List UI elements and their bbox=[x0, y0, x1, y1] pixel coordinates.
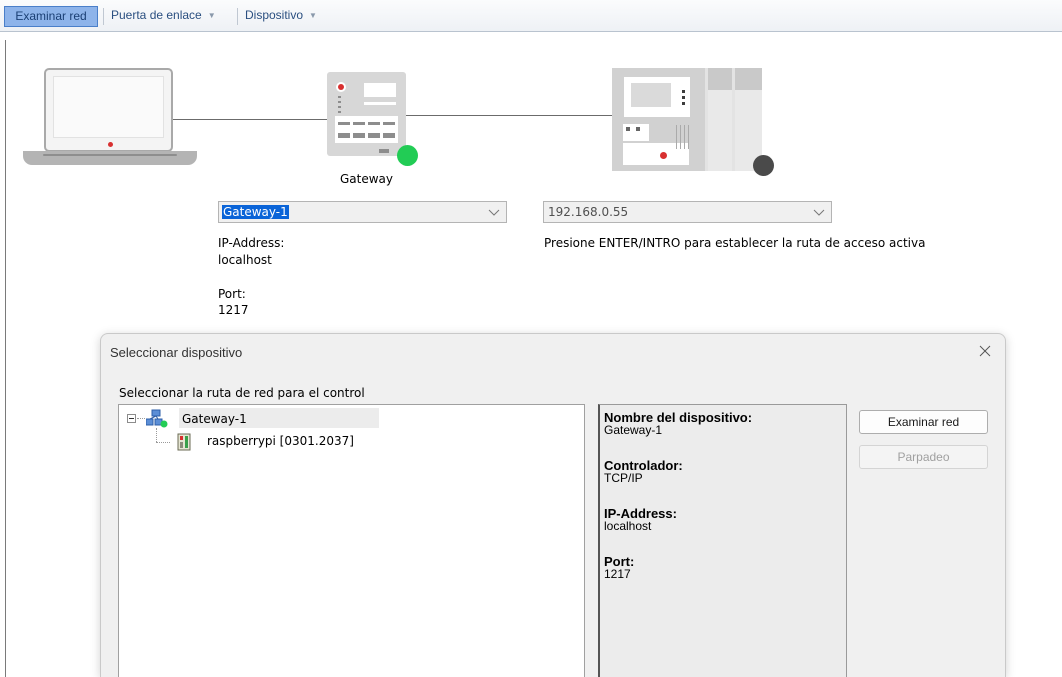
toolbar-separator bbox=[237, 8, 238, 25]
network-link-line bbox=[406, 115, 612, 116]
gateway-select-value: Gateway-1 bbox=[222, 205, 289, 219]
laptop-base bbox=[23, 151, 197, 165]
collapse-icon[interactable] bbox=[127, 414, 136, 423]
gateway-ip-value: localhost bbox=[218, 253, 272, 267]
device-status-indicator bbox=[753, 155, 774, 176]
chevron-down-icon bbox=[488, 205, 500, 219]
tree-connector bbox=[156, 442, 170, 443]
plc-device-icon bbox=[177, 433, 191, 451]
property-value: Gateway-1 bbox=[604, 423, 663, 437]
dialog-caption: Seleccionar la ruta de red para el contr… bbox=[119, 386, 365, 400]
toolbar-separator bbox=[103, 8, 104, 25]
chevron-down-icon: ▼ bbox=[309, 11, 317, 20]
property-device-name: Nombre del dispositivo: Gateway-1 bbox=[604, 411, 752, 437]
property-ip-address: IP-Address: localhost bbox=[604, 507, 677, 533]
laptop-icon[interactable] bbox=[44, 68, 173, 152]
gateway-port-value: 1217 bbox=[218, 303, 249, 317]
property-controller: Controlador: TCP/IP bbox=[604, 459, 683, 485]
close-icon[interactable] bbox=[977, 343, 993, 359]
scan-network-button[interactable]: Examinar red bbox=[4, 6, 98, 27]
tree-connector bbox=[156, 428, 157, 442]
property-value: localhost bbox=[604, 519, 652, 533]
gateway-menu[interactable]: Puerta de enlace ▼ bbox=[108, 6, 219, 27]
device-menu[interactable]: Dispositivo ▼ bbox=[242, 6, 320, 27]
gateway-device-icon[interactable] bbox=[327, 72, 406, 156]
tree-connector bbox=[137, 418, 145, 419]
device-menu-label: Dispositivo bbox=[245, 8, 304, 22]
blink-button[interactable]: Parpadeo bbox=[859, 445, 988, 469]
panel-border bbox=[5, 40, 6, 677]
network-link-line bbox=[173, 119, 327, 120]
device-address-select[interactable]: 192.168.0.55 bbox=[543, 201, 832, 223]
gateway-label: Gateway bbox=[339, 172, 393, 186]
dialog-title: Seleccionar dispositivo bbox=[110, 345, 243, 360]
chevron-down-icon: ▼ bbox=[207, 11, 216, 20]
chevron-down-icon bbox=[813, 205, 825, 219]
network-gateway-icon bbox=[146, 409, 168, 428]
tree-label-raspberrypi[interactable]: raspberrypi [0301.2037] bbox=[207, 434, 354, 448]
gateway-port-label: Port: bbox=[218, 287, 246, 301]
device-address-value: 192.168.0.55 bbox=[548, 205, 629, 219]
property-value: 1217 bbox=[604, 567, 631, 581]
gateway-ip-label: IP-Address: bbox=[218, 236, 285, 250]
select-device-dialog: Seleccionar dispositivo Seleccionar la r… bbox=[100, 333, 1006, 677]
gateway-select[interactable]: Gateway-1 bbox=[218, 201, 507, 223]
tree-label-gateway: Gateway-1 bbox=[182, 412, 247, 426]
property-port: Port: 1217 bbox=[604, 555, 634, 581]
network-tree[interactable]: Gateway-1 raspberrypi [0301.2037] bbox=[118, 404, 585, 677]
toolbar: Examinar red Puerta de enlace ▼ Dispositi… bbox=[0, 0, 1062, 32]
scan-network-dialog-button[interactable]: Examinar red bbox=[859, 410, 988, 434]
device-hint-text: Presione ENTER/INTRO para establecer la … bbox=[544, 236, 926, 250]
gateway-menu-label: Puerta de enlace bbox=[111, 8, 202, 22]
app-window: Examinar red Puerta de enlace ▼ Dispositi… bbox=[0, 0, 1062, 677]
property-value: TCP/IP bbox=[604, 471, 643, 485]
plc-device-icon[interactable] bbox=[612, 68, 762, 171]
device-properties-panel: Nombre del dispositivo: Gateway-1 Contro… bbox=[598, 404, 847, 677]
gateway-status-indicator bbox=[397, 145, 418, 166]
